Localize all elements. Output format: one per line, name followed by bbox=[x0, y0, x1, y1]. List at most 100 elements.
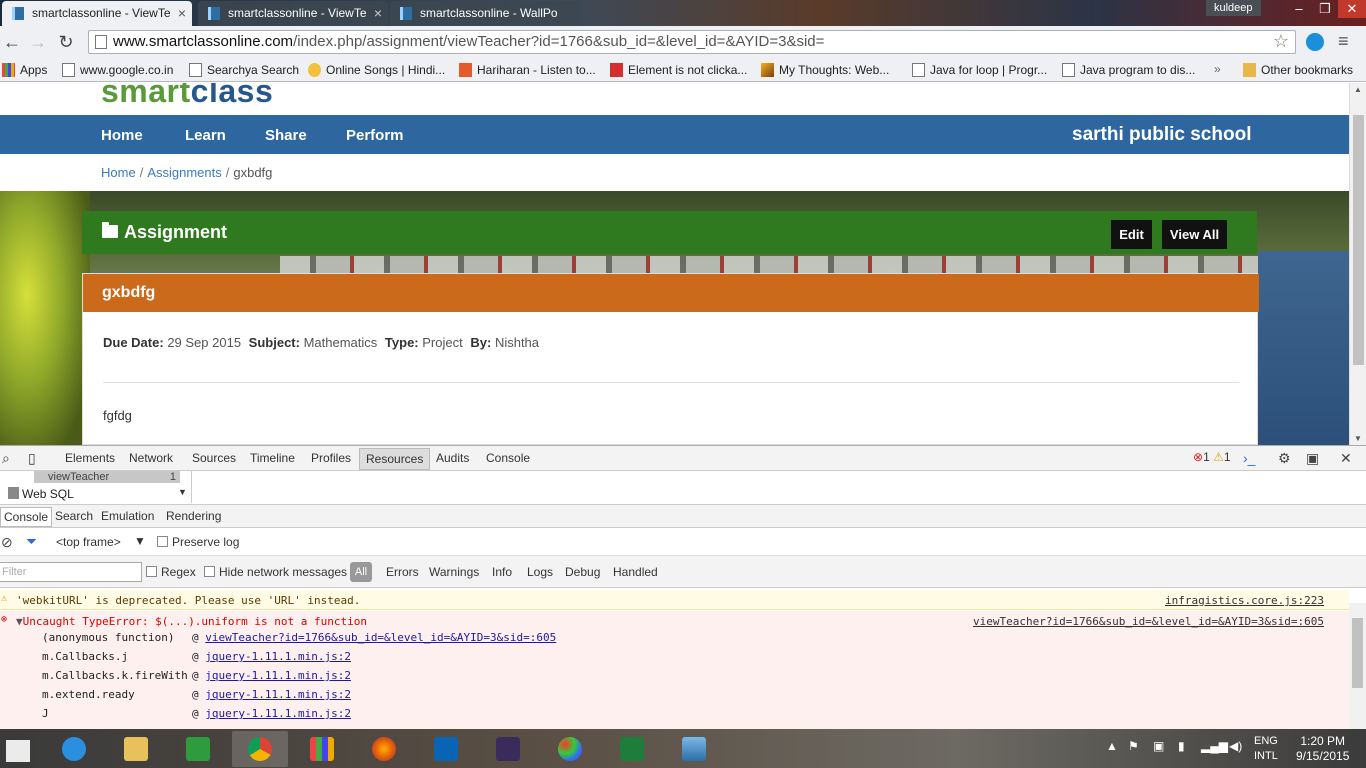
chevron-down-icon[interactable]: ▼ bbox=[178, 487, 187, 497]
minimize-icon[interactable]: – bbox=[1286, 0, 1312, 18]
error-warning-counter[interactable]: ⊗1 ⚠1 bbox=[1193, 450, 1231, 464]
level-all[interactable]: All bbox=[350, 562, 372, 582]
close-window-icon[interactable]: ✕ bbox=[1338, 0, 1366, 18]
stack-frame-link[interactable]: viewTeacher?id=1766&sub_id=&level_id=&AY… bbox=[205, 631, 556, 644]
filter-input[interactable]: Filter bbox=[0, 562, 142, 582]
battery-icon[interactable]: ▮ bbox=[1178, 739, 1185, 753]
bookmark-item[interactable]: Searchya Search bbox=[189, 62, 299, 78]
device-mode-icon[interactable]: ▯ bbox=[28, 450, 36, 467]
address-bar[interactable]: www.smartclassonline.com/index.php/assig… bbox=[88, 30, 1296, 54]
tab-console[interactable]: Console bbox=[486, 451, 530, 465]
tab-audits[interactable]: Audits bbox=[436, 451, 469, 465]
expand-triangle-icon[interactable]: ▼ bbox=[16, 615, 23, 628]
stack-frame-link[interactable]: jquery-1.11.1.min.js:2 bbox=[205, 650, 351, 663]
nav-learn[interactable]: Learn bbox=[185, 127, 226, 144]
bookmark-item[interactable]: Java for loop | Progr... bbox=[912, 62, 1047, 78]
bookmark-item[interactable]: My Thoughts: Web... bbox=[761, 62, 889, 78]
bookmarks-overflow-icon[interactable]: » bbox=[1214, 62, 1221, 76]
filter-icon[interactable]: ⏷ bbox=[26, 533, 37, 550]
close-tab-icon[interactable]: × bbox=[178, 1, 186, 25]
site-logo[interactable]: smartclass bbox=[101, 83, 273, 110]
close-devtools-icon[interactable]: ✕ bbox=[1340, 450, 1352, 467]
scroll-up-icon[interactable]: ▲ bbox=[1354, 85, 1362, 94]
bookmark-item[interactable]: www.google.co.in bbox=[62, 62, 173, 78]
warning-source-link[interactable]: infragistics.core.js:223 bbox=[1165, 594, 1324, 607]
forward-icon[interactable]: → bbox=[26, 30, 50, 54]
start-button[interactable] bbox=[0, 731, 44, 767]
store-icon[interactable] bbox=[170, 731, 226, 767]
flag-icon[interactable]: ⚑ bbox=[1128, 739, 1139, 753]
scroll-down-icon[interactable]: ▼ bbox=[1354, 434, 1362, 443]
bookmark-apps[interactable]: Apps bbox=[2, 62, 47, 78]
photos-icon[interactable] bbox=[666, 731, 722, 767]
browser-tab[interactable]: smartclassonline - ViewTe × bbox=[198, 1, 388, 26]
bookmark-item[interactable]: Online Songs | Hindi... bbox=[308, 62, 445, 78]
tab-resources[interactable]: Resources bbox=[359, 448, 431, 470]
tree-item-websql[interactable]: Web SQL bbox=[8, 487, 74, 501]
chrome-menu-icon[interactable]: ≡ bbox=[1338, 31, 1352, 52]
nav-share[interactable]: Share bbox=[265, 127, 307, 144]
breadcrumb-home[interactable]: Home bbox=[101, 165, 136, 180]
extension-icon[interactable] bbox=[1306, 33, 1324, 51]
page-scrollbar[interactable]: ▲ ▼ bbox=[1349, 83, 1366, 445]
bookmark-item[interactable]: Java program to dis... bbox=[1062, 62, 1195, 78]
hide-network-checkbox[interactable]: Hide network messages bbox=[204, 565, 347, 579]
bookmark-star-icon[interactable]: ☆ bbox=[1273, 31, 1289, 52]
scroll-thumb[interactable] bbox=[1352, 618, 1363, 688]
drawer-tab-rendering[interactable]: Rendering bbox=[166, 509, 221, 523]
restore-icon[interactable]: ❐ bbox=[1312, 0, 1338, 18]
preserve-log-checkbox[interactable]: Preserve log bbox=[157, 535, 239, 549]
system-clock[interactable]: 1:20 PM 9/15/2015 bbox=[1296, 734, 1349, 764]
drawer-tab-search[interactable]: Search bbox=[55, 509, 93, 523]
chevron-down-icon[interactable]: ▼ bbox=[134, 534, 146, 548]
stack-frame-link[interactable]: jquery-1.11.1.min.js:2 bbox=[205, 669, 351, 682]
level-errors[interactable]: Errors bbox=[386, 565, 419, 579]
dock-icon[interactable]: ▣ bbox=[1306, 450, 1319, 467]
tab-profiles[interactable]: Profiles bbox=[311, 451, 351, 465]
level-warnings[interactable]: Warnings bbox=[429, 565, 479, 579]
close-tab-icon[interactable]: × bbox=[374, 1, 382, 25]
breadcrumb-assignments[interactable]: Assignments bbox=[147, 165, 221, 180]
volume-icon[interactable]: ◀) bbox=[1229, 739, 1242, 753]
outlook-icon[interactable] bbox=[418, 731, 474, 767]
bookmark-item[interactable]: Hariharan - Listen to... bbox=[459, 62, 596, 78]
back-icon[interactable]: ← bbox=[0, 30, 24, 54]
network-icon[interactable]: ▣ bbox=[1153, 739, 1164, 753]
stack-frame-link[interactable]: jquery-1.11.1.min.js:2 bbox=[205, 707, 351, 720]
console-scrollbar[interactable] bbox=[1349, 603, 1366, 730]
excel-icon[interactable] bbox=[604, 731, 660, 767]
show-hidden-icons[interactable]: ▲ bbox=[1106, 739, 1118, 753]
tree-item-viewteacher[interactable]: viewTeacher 1 bbox=[34, 471, 180, 483]
wifi-signal-icon[interactable]: ▂▄▆ bbox=[1201, 739, 1228, 753]
regex-checkbox[interactable]: Regex bbox=[146, 565, 196, 579]
level-handled[interactable]: Handled bbox=[613, 565, 658, 579]
clear-console-icon[interactable]: ⊘ bbox=[1, 534, 13, 551]
paint-icon[interactable] bbox=[542, 731, 598, 767]
tab-network[interactable]: Network bbox=[129, 451, 173, 465]
stack-frame-link[interactable]: jquery-1.11.1.min.js:2 bbox=[205, 688, 351, 701]
browser-tab[interactable]: smartclassonline - WallPo bbox=[390, 1, 580, 26]
view-all-button[interactable]: View All bbox=[1162, 220, 1227, 249]
edit-button[interactable]: Edit bbox=[1111, 220, 1152, 249]
other-bookmarks[interactable]: Other bookmarks bbox=[1243, 62, 1353, 78]
show-drawer-icon[interactable]: ›_ bbox=[1243, 450, 1255, 466]
error-source-link[interactable]: viewTeacher?id=1766&sub_id=&level_id=&AY… bbox=[973, 615, 1324, 628]
file-explorer-icon[interactable] bbox=[108, 731, 164, 767]
browser-tab[interactable]: smartclassonline - ViewTe × bbox=[2, 1, 192, 26]
search-icon[interactable]: ⌕ bbox=[2, 450, 10, 467]
java-ee-ide-icon[interactable] bbox=[480, 731, 536, 767]
profile-user[interactable]: kuldeep bbox=[1206, 0, 1261, 16]
reload-icon[interactable]: ↻ bbox=[54, 30, 78, 54]
tab-sources[interactable]: Sources bbox=[192, 451, 236, 465]
nav-perform[interactable]: Perform bbox=[346, 127, 404, 144]
tab-elements[interactable]: Elements bbox=[65, 451, 115, 465]
settings-gear-icon[interactable]: ⚙ bbox=[1278, 450, 1291, 467]
drawer-tab-emulation[interactable]: Emulation bbox=[101, 509, 154, 523]
level-info[interactable]: Info bbox=[492, 565, 512, 579]
language-indicator[interactable]: ENG INTL bbox=[1254, 734, 1278, 764]
frame-select[interactable]: <top frame> bbox=[56, 535, 121, 549]
nav-home[interactable]: Home bbox=[101, 127, 143, 144]
firefox-icon[interactable] bbox=[356, 731, 412, 767]
apps-icon[interactable] bbox=[294, 731, 350, 767]
bookmark-item[interactable]: Element is not clicka... bbox=[610, 62, 747, 78]
